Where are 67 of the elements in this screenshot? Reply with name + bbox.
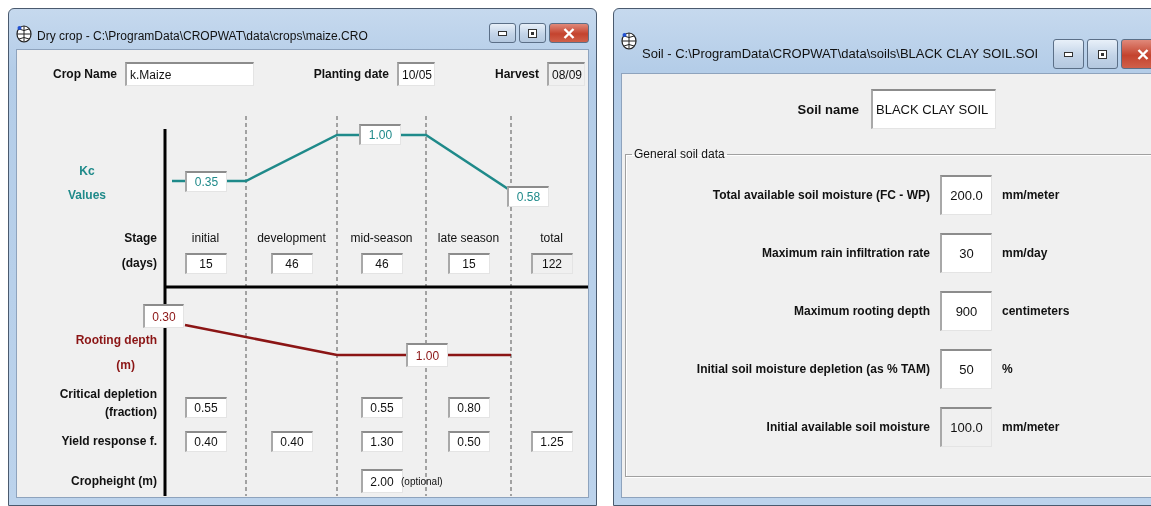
field-label: Total available soil moisture (FC - WP) — [712, 188, 930, 202]
maximize-button[interactable] — [1087, 39, 1118, 69]
minimize-button[interactable] — [1053, 39, 1084, 69]
close-button[interactable] — [549, 23, 589, 43]
globe-icon — [16, 25, 32, 43]
maximize-icon — [528, 28, 537, 38]
input-field[interactable]: 900 — [940, 291, 992, 331]
critical-depletion-label: Critical depletion (fraction) — [58, 386, 158, 421]
stage-name: mid-season — [350, 231, 413, 245]
input-field[interactable]: 46 — [360, 252, 403, 274]
field-label: Initial available soil moisture — [766, 420, 930, 434]
maximize-icon — [1098, 49, 1107, 59]
input-field[interactable]: 1.30 — [360, 430, 403, 452]
input-field[interactable]: 0.35 — [185, 171, 227, 192]
field-label: Harvest — [494, 67, 539, 81]
input-field[interactable]: 46 — [270, 252, 313, 274]
stage-label: Stage — [123, 230, 158, 247]
minimize-icon — [1064, 51, 1073, 57]
input-field[interactable]: 1.00 — [359, 124, 401, 145]
stage-name: total — [540, 231, 563, 245]
input-field[interactable]: 0.40 — [270, 430, 313, 452]
unit-label: mm/meter — [1002, 188, 1061, 202]
field-label: Planting date — [313, 67, 389, 81]
input-field[interactable]: 0.50 — [447, 430, 490, 452]
unit-label: % — [1002, 362, 1014, 376]
unit-label: mm/meter — [1002, 420, 1061, 434]
close-icon — [1137, 48, 1149, 60]
input-field[interactable]: k.Maize — [125, 62, 254, 86]
input-field[interactable]: 10/05 — [397, 62, 435, 86]
globe-icon — [621, 32, 637, 50]
field-label: Soil name — [796, 101, 859, 117]
input-field[interactable]: 0.40 — [184, 430, 227, 452]
input-field[interactable]: 0.58 — [507, 186, 549, 207]
input-field[interactable]: BLACK CLAY SOIL — [871, 89, 996, 129]
group-title: General soil data — [633, 147, 726, 161]
optional-note: (optional) — [401, 476, 443, 487]
stage-name: development — [257, 231, 326, 245]
yield-response-label: Yield response f. — [60, 433, 158, 450]
input-field[interactable]: 200.0 — [940, 175, 992, 215]
minimize-button[interactable] — [489, 23, 516, 43]
input-field[interactable]: 1.25 — [530, 430, 573, 452]
field-label: Maximum rooting depth — [794, 304, 930, 318]
input-field[interactable]: 1.00 — [406, 343, 448, 367]
unit-label: centimeters — [1002, 304, 1071, 318]
maximize-button[interactable] — [519, 23, 546, 43]
stage-name: late season — [437, 231, 500, 245]
input-field[interactable]: 15 — [447, 252, 490, 274]
stage-name: initial — [191, 231, 220, 245]
field-label: Initial soil moisture depletion (as % TAM) — [696, 362, 930, 376]
input-field[interactable]: 50 — [940, 349, 992, 389]
days-label: (days) — [120, 255, 158, 272]
window-title: Dry crop - C:\ProgramData\CROPWAT\data\crops\maize.CRO — [37, 29, 369, 43]
unit-label: mm/day — [1002, 246, 1049, 260]
field-label: Maximum rain infiltration rate — [761, 246, 930, 260]
input-field[interactable]: 15 — [184, 252, 227, 274]
input-field[interactable]: 30 — [940, 233, 992, 273]
rooting-depth-label: Rooting depth (m) — [75, 332, 157, 374]
input-field[interactable]: 0.80 — [447, 396, 490, 418]
input-field[interactable]: 0.55 — [360, 396, 403, 418]
input-field[interactable]: 0.55 — [184, 396, 227, 418]
window-title: Soil - C:\ProgramData\CROPWAT\data\soils\BLACK CLAY SOIL.SOI — [642, 45, 1040, 61]
field-label: Crop Name — [53, 67, 117, 81]
input-field[interactable]: 0.30 — [143, 304, 184, 328]
close-icon — [563, 27, 575, 39]
cropheight-label: Cropheight (m) — [70, 473, 158, 490]
kc-values-label: Kc Values — [67, 163, 107, 204]
minimize-icon — [498, 30, 507, 36]
